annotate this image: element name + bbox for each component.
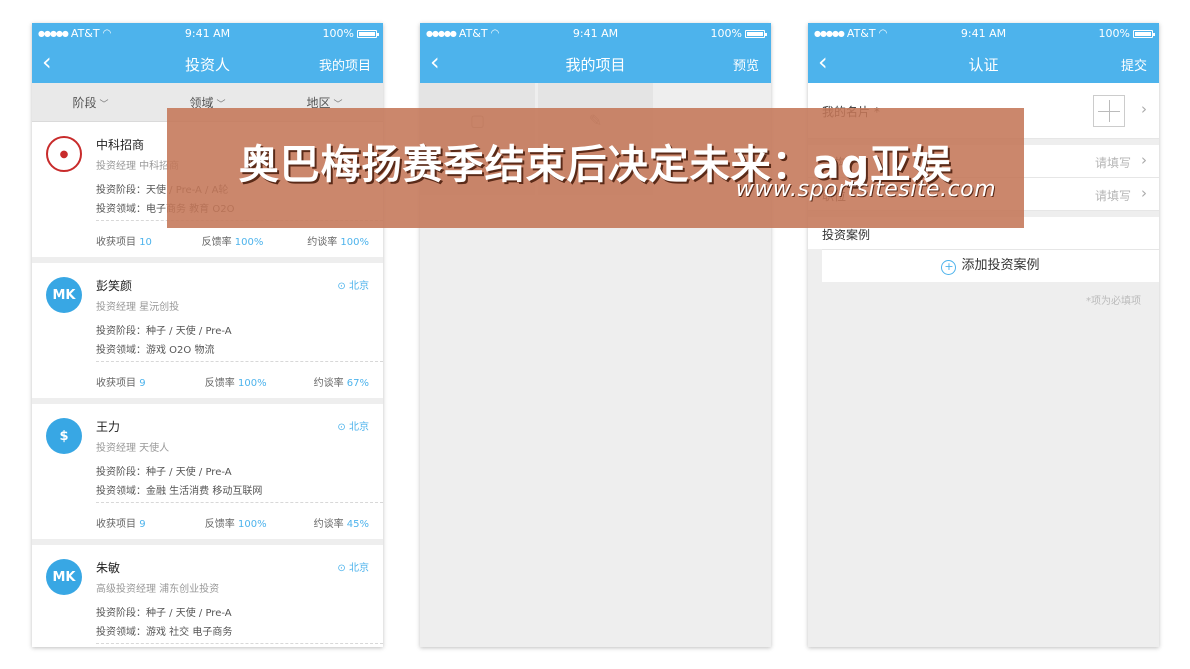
filter-stage[interactable]: 阶段 ﹀	[32, 94, 149, 111]
investment-case-label: 投资案例	[822, 228, 871, 242]
investor-stats: 收获项目 9 反馈率 100% 约谈率 45%	[96, 519, 370, 530]
required-note: *项为必填项	[1086, 296, 1141, 307]
mk-avatar-icon: MK	[46, 559, 82, 595]
investor-role: 高级投资经理 浦东创业投资	[96, 584, 220, 595]
page-title: 认证	[968, 56, 999, 74]
back-chevron-icon[interactable]: ‹	[430, 49, 440, 75]
status-bar: ●●●●● AT&T ◠ 9:41 AM 100%	[32, 23, 383, 43]
investor-name: 王力	[96, 420, 121, 434]
investor-role: 投资经理 天使人	[96, 443, 170, 454]
location-pin-icon: ⊙	[337, 422, 346, 433]
divider	[96, 502, 383, 503]
investor-name: 朱敏	[96, 561, 121, 575]
preview-link[interactable]: 预览	[733, 55, 759, 74]
status-bar: ●●●●● AT&T ◠ 9:41 AM 100%	[420, 23, 771, 43]
battery-label: 100%	[1098, 27, 1130, 40]
investor-field: 投资领域：金融 生活消费 移动互联网	[96, 486, 263, 497]
mk-avatar-icon: MK	[46, 277, 82, 313]
investor-field: 投资领域：游戏 社交 电子商务	[96, 627, 233, 638]
investor-stage: 投资阶段：种子 / 天使 / Pre-A	[96, 608, 232, 619]
money-bag-avatar-icon: $	[46, 418, 82, 454]
back-chevron-icon[interactable]: ‹	[818, 49, 828, 75]
chevron-right-icon: ›	[1141, 151, 1147, 169]
investor-card[interactable]: $ 王力 ⊙ 北京 投资经理 天使人 投资阶段：种子 / 天使 / Pre-A …	[32, 404, 383, 539]
location-badge: ⊙ 北京	[337, 422, 369, 433]
battery-icon	[1133, 29, 1155, 38]
investor-card[interactable]: MK 朱敏 ⊙ 北京 高级投资经理 浦东创业投资 投资阶段：种子 / 天使 / …	[32, 545, 383, 647]
nav-bar: ‹ 我的项目 预览	[420, 43, 771, 83]
banner-url: www.sportsitesite.com	[735, 177, 996, 202]
investor-stats: 收获项目 9 反馈率 100% 约谈率 67%	[96, 378, 370, 389]
divider	[96, 643, 383, 644]
chevron-right-icon: ›	[1141, 184, 1147, 202]
location-badge: ⊙ 北京	[337, 281, 369, 292]
status-bar: ●●●●● AT&T ◠ 9:41 AM 100%	[808, 23, 1159, 43]
investor-role: 投资经理 星沅创投	[96, 302, 180, 313]
investor-stage: 投资阶段：种子 / 天使 / Pre-A	[96, 326, 232, 337]
location-badge: ⊙ 北京	[337, 563, 369, 574]
chevron-down-icon: ﹀	[99, 99, 109, 110]
investor-stats: 收获项目 10 反馈率 100% 约谈率 100%	[96, 237, 369, 248]
divider	[96, 361, 383, 362]
battery-label: 100%	[322, 27, 354, 40]
location-pin-icon: ⊙	[337, 281, 346, 292]
page-title: 我的项目	[565, 56, 626, 74]
seal-logo-icon: ●	[46, 136, 82, 172]
location-pin-icon: ⊙	[337, 563, 346, 574]
nav-bar: ‹ 投资人 我的项目	[32, 43, 383, 83]
add-investment-case-button[interactable]: + 添加投资案例	[822, 249, 1159, 282]
investor-stage: 投资阶段：种子 / 天使 / Pre-A	[96, 467, 232, 478]
battery-icon	[357, 29, 379, 38]
investor-card[interactable]: MK 彭笑颜 ⊙ 北京 投资经理 星沅创投 投资阶段：种子 / 天使 / Pre…	[32, 263, 383, 398]
institution-value: 请填写	[1094, 156, 1131, 170]
position-value: 请填写	[1094, 189, 1131, 203]
investor-name: 中科招商	[96, 138, 145, 152]
chevron-right-icon: ›	[1141, 100, 1147, 118]
back-chevron-icon[interactable]: ‹	[42, 49, 52, 75]
my-projects-link[interactable]: 我的项目	[319, 55, 371, 74]
nav-bar: ‹ 认证 提交	[808, 43, 1159, 83]
submit-link[interactable]: 提交	[1121, 55, 1147, 74]
investor-field: 投资领域：游戏 O2O 物流	[96, 345, 215, 356]
plus-circle-icon: +	[941, 260, 957, 275]
add-photo-icon[interactable]	[1093, 95, 1125, 127]
investor-name: 彭笑颜	[96, 279, 133, 293]
overlay-banner: 奥巴梅扬赛季结束后决定未来：ag亚娱 www.sportsitesite.com	[167, 108, 1024, 228]
battery-label: 100%	[710, 27, 742, 40]
battery-icon	[745, 29, 767, 38]
